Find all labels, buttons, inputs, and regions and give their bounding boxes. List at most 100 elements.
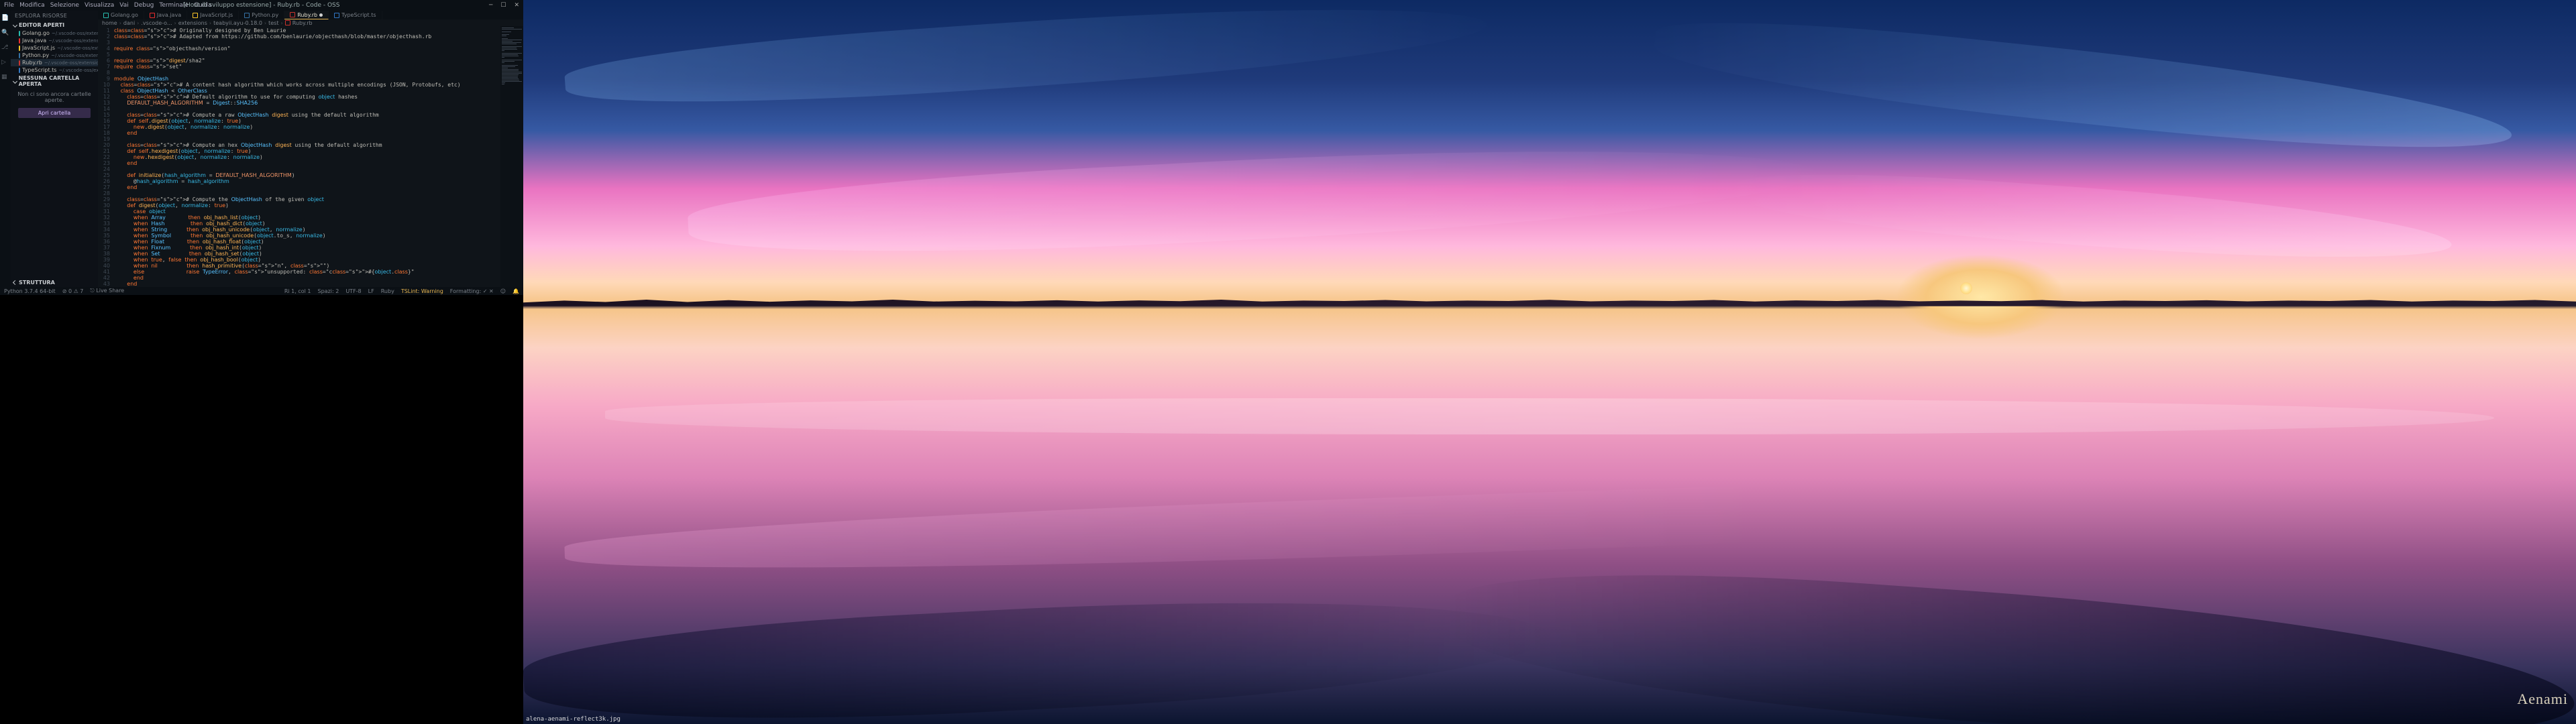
explorer-icon[interactable]: 📄	[1, 15, 9, 23]
file-path: ~/.vscode-oss/extens...	[57, 46, 98, 51]
file-icon	[244, 13, 250, 18]
chevron-right-icon: ›	[174, 20, 176, 26]
brush-stroke	[1733, 164, 2454, 272]
open-editor-item[interactable]: Python.py ~/.vscode-oss/extensio...9	[11, 52, 98, 59]
treeline	[523, 297, 2576, 306]
breadcrumb-segment[interactable]: dani	[123, 20, 135, 26]
brush-stroke	[563, 0, 1489, 119]
status-bar: Python 3.7.4 64-bit ⊘ 0 ⚠ 7 ⎋ Live Share…	[0, 287, 523, 295]
tab-label: Golang.go	[111, 12, 138, 18]
open-editor-item[interactable]: ●Ruby.rb ~/.vscode-oss/extensions/teab..…	[11, 59, 98, 66]
tab-rb[interactable]: Ruby.rb	[284, 11, 329, 19]
editor[interactable]: 1234567891011121314151617181920212223242…	[98, 26, 523, 287]
file-path: ~/.vscode-oss/extensions/teab...	[44, 60, 98, 66]
feedback-icon[interactable]: ☺	[500, 288, 506, 294]
tab-label: TypeScript.ts	[341, 12, 376, 18]
breadcrumb-segment[interactable]: Ruby.rb	[292, 20, 313, 26]
file-icon	[150, 13, 155, 18]
tab-ts[interactable]: TypeScript.ts	[329, 11, 382, 19]
status-cursor[interactable]: Ri 1, col 1	[284, 288, 311, 294]
chevron-right-icon: ›	[209, 20, 211, 26]
status-encoding[interactable]: UTF-8	[345, 288, 361, 294]
maximize-icon[interactable]: ☐	[500, 2, 506, 9]
bell-icon[interactable]: 🔔	[513, 288, 519, 294]
sidebar-title: ESPLORA RISORSE	[11, 11, 98, 21]
file-label: JavaScript.js	[22, 45, 55, 51]
status-formatting[interactable]: Formatting: ✓ ✕	[450, 288, 494, 294]
file-path: ~/.vscode-oss/extens...	[58, 68, 98, 73]
breadcrumb[interactable]: home›dani›.vscode-o...›extensions›teabyi…	[98, 19, 523, 26]
code-content[interactable]: class=class="s">"c"># Originally designe…	[114, 26, 500, 287]
file-icon	[19, 38, 20, 44]
brush-stroke	[523, 581, 1552, 724]
section-no-folder[interactable]: NESSUNA CARTELLA APERTA	[11, 74, 98, 88]
menu-vai[interactable]: Vai	[119, 2, 128, 9]
status-problems[interactable]: ⊘ 0 ⚠ 7	[62, 288, 84, 294]
status-eol[interactable]: LF	[368, 288, 374, 294]
tab-go[interactable]: Golang.go	[98, 11, 144, 19]
menu-visualizza[interactable]: Visualizza	[85, 2, 114, 9]
tab-bar: Golang.go Java.java JavaScript.js Python.py…	[98, 11, 523, 19]
file-path: ~/.vscode-oss/extensions/tea...	[48, 38, 98, 44]
chevron-right-icon: ›	[281, 20, 283, 26]
tab-label: Java.java	[157, 12, 181, 18]
status-tslint[interactable]: TSLint: Warning	[401, 288, 443, 294]
menu-debug[interactable]: Debug	[134, 2, 154, 9]
tab-label: Python.py	[252, 12, 278, 18]
status-lang[interactable]: Ruby	[381, 288, 394, 294]
file-icon	[19, 53, 20, 58]
wallpaper-filename: alena-aenami-reflect3k.jpg	[526, 716, 621, 723]
brush-stroke	[564, 458, 2536, 585]
minimap[interactable]	[500, 26, 523, 287]
tab-java[interactable]: Java.java	[144, 11, 187, 19]
file-label: Ruby.rb	[22, 60, 42, 66]
file-icon	[334, 13, 339, 18]
desktop-wallpaper: Aenami alena-aenami-reflect3k.jpg	[523, 0, 2576, 724]
window-title: [Host di sviluppo estensione] - Ruby.rb …	[184, 2, 340, 9]
menu-file[interactable]: File	[4, 2, 14, 9]
tab-js[interactable]: JavaScript.js	[187, 11, 239, 19]
breadcrumb-segment[interactable]: test	[268, 20, 278, 26]
vscode-window: File Modifica Selezione Visualizza Vai Debug T…	[0, 0, 523, 295]
open-folder-button[interactable]: Apri cartella	[18, 108, 91, 118]
debug-icon[interactable]: ▷	[1, 59, 9, 67]
open-editor-item[interactable]: Java.java ~/.vscode-oss/extensions/tea..…	[11, 37, 98, 44]
breadcrumb-segment[interactable]: extensions	[178, 20, 207, 26]
tab-py[interactable]: Python.py	[239, 11, 284, 19]
file-icon	[19, 31, 20, 36]
breadcrumb-segment[interactable]: teabyii.ayu-0.18.0	[213, 20, 262, 26]
menu-bar: FileModificaSelezioneVisualizzaVaiDebugT…	[4, 2, 211, 9]
sun	[1960, 282, 1972, 294]
menu-modifica[interactable]: Modifica	[19, 2, 45, 9]
side-bar: ESPLORA RISORSE EDITOR APERTI ●Golang.go…	[11, 11, 98, 287]
file-label: Python.py	[22, 52, 49, 58]
main-area: 📄 🔍 ⎇ ▷ ▦ ESPLORA RISORSE EDITOR APERTI …	[0, 11, 523, 287]
file-label: TypeScript.ts	[22, 67, 56, 73]
chevron-down-icon	[13, 23, 17, 27]
status-python[interactable]: Python 3.7.4 64-bit	[4, 288, 56, 294]
minimize-icon[interactable]: ─	[489, 2, 492, 9]
close-icon[interactable]: ✕	[487, 288, 493, 294]
scm-icon[interactable]: ⎇	[1, 44, 9, 52]
breadcrumb-segment[interactable]: home	[102, 20, 117, 26]
file-icon	[19, 68, 20, 73]
close-icon[interactable]: ✕	[514, 2, 519, 9]
search-icon[interactable]: 🔍	[1, 29, 9, 38]
file-label: Java.java	[22, 38, 46, 44]
menu-selezione[interactable]: Selezione	[50, 2, 79, 9]
tab-label: Ruby.rb	[297, 12, 317, 18]
chevron-right-icon: ›	[264, 20, 266, 26]
no-folder-message: Non ci sono ancora cartelle aperte.	[11, 88, 98, 106]
section-outline[interactable]: STRUTTURA	[11, 278, 98, 287]
open-editor-item[interactable]: JavaScript.js ~/.vscode-oss/extens...5	[11, 44, 98, 52]
open-editor-item[interactable]: ●Golang.go ~/.vscode-oss/extensions/tea.…	[11, 29, 98, 37]
window-controls: ─ ☐ ✕	[489, 2, 519, 9]
status-indent[interactable]: Spazi: 2	[318, 288, 339, 294]
open-editor-item[interactable]: TypeScript.ts ~/.vscode-oss/extens...3	[11, 66, 98, 74]
section-open-editors[interactable]: EDITOR APERTI	[11, 21, 98, 29]
status-liveshare[interactable]: ⎋ Live Share	[90, 288, 124, 294]
extensions-icon[interactable]: ▦	[1, 74, 9, 82]
artist-signature: Aenami	[2517, 690, 2568, 708]
breadcrumb-segment[interactable]: .vscode-o...	[141, 20, 172, 26]
file-icon	[19, 60, 20, 66]
